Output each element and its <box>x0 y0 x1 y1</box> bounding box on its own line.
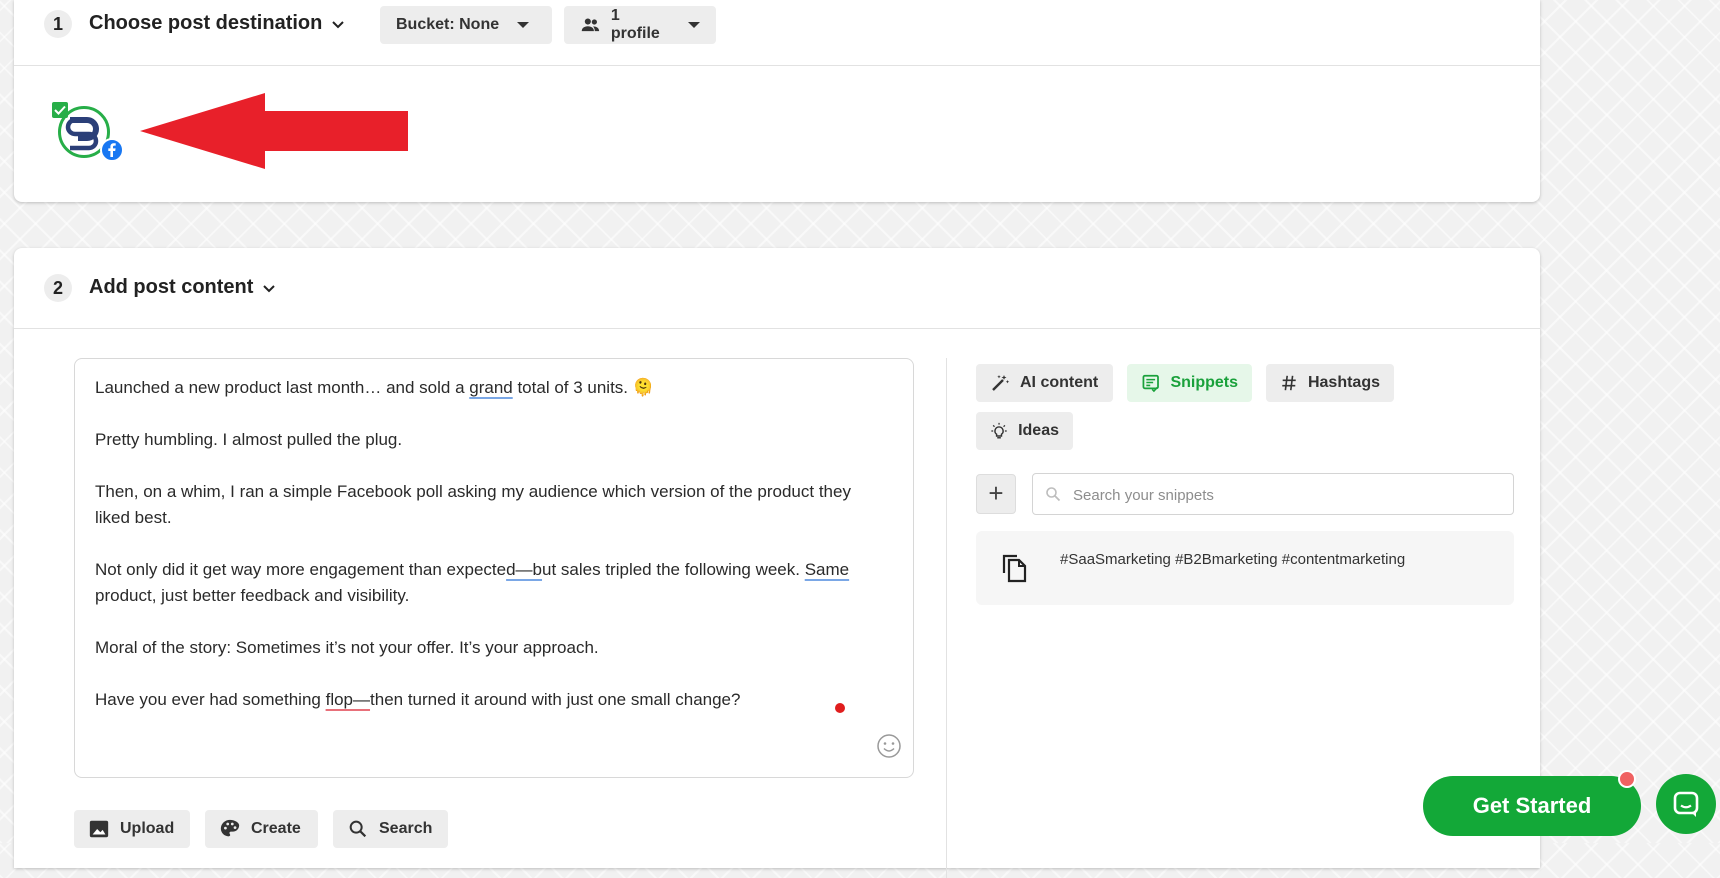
copy-icon[interactable] <box>1000 553 1028 583</box>
profile-label: 1 profile <box>610 7 660 42</box>
snippets-tab[interactable]: Snippets <box>1127 364 1252 402</box>
snippet-item[interactable]: #SaaSmarketing #B2Bmarketing #contentmar… <box>976 531 1514 605</box>
chevron-down-icon <box>263 284 276 292</box>
bucket-label: Bucket: None <box>396 16 500 33</box>
post-line: Pretty humbling. I almost pulled the plu… <box>95 430 403 449</box>
record-indicator <box>835 703 845 713</box>
spell-error[interactable]: flop— <box>326 690 370 709</box>
snippet-search-input[interactable] <box>1071 474 1505 516</box>
panel-divider <box>946 358 947 878</box>
caret-down-icon <box>517 22 530 28</box>
post-line: Then, on a whim, I ran a simple Facebook… <box>95 482 851 527</box>
destination-toggle[interactable]: Choose post destination <box>89 12 346 35</box>
facebook-icon <box>100 138 124 162</box>
bucket-dropdown[interactable]: Bucket: None <box>380 6 552 44</box>
ideas-tab[interactable]: Ideas <box>976 412 1073 450</box>
snippet-text: #SaaSmarketing #B2Bmarketing #contentmar… <box>1060 551 1406 568</box>
spell-suggestion[interactable]: d—b <box>506 560 542 579</box>
profile-dropdown[interactable]: 1 profile <box>564 6 716 44</box>
content-card: 2 Add post content Launched a new produc… <box>14 248 1540 878</box>
add-snippet-button[interactable]: + <box>976 474 1016 514</box>
plus-icon: + <box>988 478 1004 508</box>
post-line: Not only did it get way more engagement … <box>95 560 850 605</box>
search-media-button[interactable]: Search <box>333 810 448 848</box>
lightbulb-icon <box>991 422 1007 439</box>
snippet-icon <box>1142 374 1159 393</box>
chevron-down-icon <box>332 20 345 28</box>
caret-down-icon <box>688 22 700 28</box>
destination-card: 1 Choose post destination Bucket: None 1… <box>14 0 1540 202</box>
step-number: 2 <box>44 274 72 302</box>
facebook-profile-avatar[interactable] <box>52 102 132 166</box>
step-number: 1 <box>44 10 72 38</box>
notification-badge <box>1618 770 1636 788</box>
emoji-icon[interactable] <box>876 733 902 759</box>
get-started-button[interactable]: Get Started <box>1423 776 1641 836</box>
people-icon <box>581 18 600 32</box>
spell-suggestion[interactable]: Same <box>805 560 849 579</box>
search-icon <box>1046 487 1061 502</box>
hashtag-icon <box>1282 375 1296 391</box>
chat-icon <box>1673 791 1699 817</box>
content-toggle[interactable]: Add post content <box>89 276 277 299</box>
spell-suggestion[interactable]: grand <box>469 378 512 397</box>
destination-title: Choose post destination <box>89 12 323 34</box>
image-icon <box>89 820 109 838</box>
content-header: 2 Add post content <box>14 248 1540 329</box>
create-button[interactable]: Create <box>205 810 318 848</box>
snippet-search[interactable] <box>1032 473 1514 516</box>
check-icon <box>52 102 68 118</box>
ai-content-tab[interactable]: AI content <box>976 364 1113 402</box>
palette-icon <box>220 819 240 837</box>
post-line: Moral of the story: Sometimes it’s not y… <box>95 638 599 657</box>
red-arrow-annotation <box>140 93 408 169</box>
post-line: Launched a new product last month… and s… <box>95 378 654 397</box>
content-title: Add post content <box>89 276 254 298</box>
post-line: Have you ever had something flop—then tu… <box>95 690 741 709</box>
upload-button[interactable]: Upload <box>74 810 190 848</box>
destination-header: 1 Choose post destination Bucket: None 1… <box>14 0 1540 66</box>
post-text-editor[interactable]: Launched a new product last month… and s… <box>74 358 914 778</box>
hashtags-tab[interactable]: Hashtags <box>1266 364 1394 402</box>
chat-launcher[interactable] <box>1656 774 1716 834</box>
magic-wand-icon <box>992 375 1010 391</box>
search-icon <box>349 820 367 838</box>
